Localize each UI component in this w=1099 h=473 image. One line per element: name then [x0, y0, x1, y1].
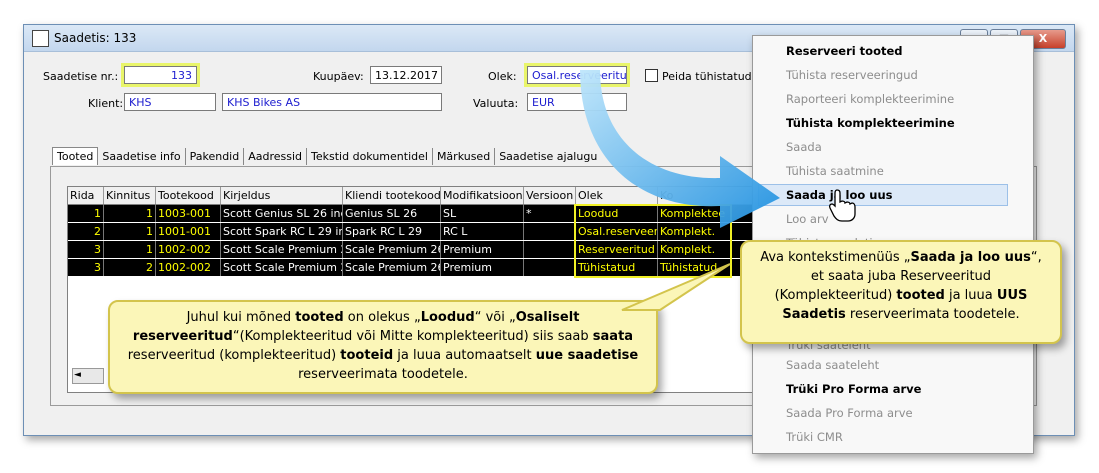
callout-right-bold: Saada ja loo uus	[910, 250, 1031, 265]
cell-kliendi-tootekood: Genius SL 26	[343, 205, 441, 222]
cell-tootekood: 1001-001	[156, 223, 221, 240]
cell-modifikatsioon: SL	[441, 205, 524, 222]
cell-modifikatsioon: RC L	[441, 223, 524, 240]
olek-label: Olek:	[488, 70, 517, 83]
col-rida[interactable]: Rida	[68, 187, 104, 204]
tab-aadressid[interactable]: Aadressid	[244, 148, 308, 165]
cell-kliendi-tootekood: Scale Premium 26	[345, 241, 441, 258]
cell-kliendi-tootekood: Scale Premium 26	[345, 259, 441, 276]
arrow-icon	[580, 70, 780, 228]
klient-label: Klient:	[88, 97, 124, 110]
tab-pakendid[interactable]: Pakendid	[186, 148, 245, 165]
tab-strip: Tooted Saadetise info Pakendid Aadressid Tek…	[52, 147, 601, 165]
cell-kirjeldus: Scott Spark RC L 29 in	[223, 223, 343, 240]
tab-tooted[interactable]: Tooted	[52, 147, 99, 165]
col-kliendi-tootekood[interactable]: Kliendi tootekood	[343, 187, 441, 204]
cell-versioon	[524, 259, 576, 276]
col-kirjeldus[interactable]: Kirjeldus	[221, 187, 343, 204]
window-title: Saadetis: 133	[54, 31, 137, 45]
cell-rida: 3	[68, 259, 104, 276]
tab-saadetise-info[interactable]: Saadetise info	[98, 148, 186, 165]
callout-right-text: ja luua	[944, 288, 997, 303]
cell-tootekood: 1003-001	[156, 205, 221, 222]
scroll-left-icon[interactable]: ◄	[74, 370, 81, 380]
menu-item-truki-cmr[interactable]: Trüki CMR	[786, 426, 843, 448]
menu-item-saada-saateleht[interactable]: Saada saateleht	[786, 354, 879, 376]
menu-item-loo-arve[interactable]: Loo arv	[786, 208, 829, 230]
cell-kliendi-tootekood: Spark RC L 29	[343, 223, 441, 240]
callout-left-text: “(Komplekteeritud või Mitte komplekteeri…	[232, 329, 593, 344]
valuuta-label: Valuuta:	[473, 97, 519, 110]
menu-item-tuhista-saatmine[interactable]: Tühista saatmine	[786, 160, 884, 182]
saadetise-nr-label: Saadetise nr.:	[43, 70, 119, 83]
callout-right-bold: tooted	[896, 288, 945, 303]
callout-right-text: reserveerimata toodetele.	[845, 307, 1020, 322]
callout-left-text: ja luua automaatselt	[393, 348, 536, 363]
callout-left-bold: tooted	[295, 310, 344, 325]
cell-versioon	[524, 223, 576, 240]
cell-kinnitus: 2	[104, 259, 156, 276]
callout-left-bold: uue saadetise	[535, 348, 639, 363]
cell-rida: 2	[68, 223, 104, 240]
kuupaev-field[interactable]: 13.12.2017	[370, 66, 442, 84]
callout-left-bold: saata	[592, 329, 634, 344]
cell-kinnitus: 1	[104, 223, 156, 240]
cell-kinnitus: 1	[104, 205, 156, 222]
col-modifikatsioon[interactable]: Modifikatsioon	[441, 187, 524, 204]
callout-right-text: Ava kontekstimenüüs „	[760, 250, 911, 265]
menu-item-tuhista-reserveeringud[interactable]: Tühista reserveeringud	[786, 64, 918, 86]
kuupaev-label: Kuupäev:	[313, 70, 364, 83]
tab-markused[interactable]: Märkused	[433, 148, 496, 165]
col-kinnitus[interactable]: Kinnitus	[104, 187, 156, 204]
callout-left-text: “ või „	[474, 310, 516, 325]
callout-left-bold: tooteid	[340, 348, 394, 363]
menu-item-raporteeri[interactable]: Raporteeri komplekteerimine	[786, 88, 954, 110]
klient-name-field[interactable]: KHS Bikes AS	[222, 93, 442, 111]
callout-left-bold: Loodud	[420, 310, 475, 325]
callout-left-text: on olekus „	[343, 310, 421, 325]
hand-cursor-icon	[828, 189, 856, 222]
callout-left: Juhul kui mõned tooted on olekus „Loodud…	[108, 300, 658, 394]
cell-rida: 3	[68, 241, 104, 258]
callout-left-text: reserveerimata toodetele.	[298, 367, 468, 382]
col-tootekood[interactable]: Tootekood	[156, 187, 221, 204]
tab-tekstid[interactable]: Tekstid dokumentidel	[307, 148, 433, 165]
cell-kinnitus: 1	[104, 241, 156, 258]
cell-versioon: *	[524, 205, 576, 222]
menu-item-tuhista-komplekteerimine[interactable]: Tühista komplekteerimine	[786, 112, 955, 134]
callout-left-text: reserveeritud (komplekteeritud)	[127, 348, 341, 363]
cell-tootekood: 1002-002	[156, 241, 221, 258]
callout-pointer	[621, 263, 731, 311]
klient-code-field[interactable]: KHS	[124, 93, 216, 111]
cell-kirjeldus: Scott Scale Premium 2	[223, 259, 343, 276]
callout-right: Ava kontekstimenüüs „Saada ja loo uus“, …	[740, 240, 1062, 344]
cell-modifikatsioon: Premium	[441, 259, 524, 276]
cell-versioon	[524, 241, 576, 258]
cell-kirjeldus: Scott Scale Premium 2	[223, 241, 343, 258]
cell-tootekood: 1002-002	[156, 259, 221, 276]
cell-kirjeldus: Scott Genius SL 26 ind	[223, 205, 343, 222]
menu-item-truki-proforma[interactable]: Trüki Pro Forma arve	[786, 378, 921, 400]
cell-modifikatsioon: Premium	[441, 241, 524, 258]
app-icon	[32, 30, 49, 47]
col-versioon[interactable]: Versioon	[524, 187, 576, 204]
cell-rida: 1	[68, 205, 104, 222]
menu-item-saada[interactable]: Saada	[786, 136, 822, 158]
menu-item-reserveeri[interactable]: Reserveeri tooted	[786, 40, 903, 62]
saadetise-nr-field[interactable]: 133	[124, 66, 197, 84]
callout-left-text: Juhul kui mõned	[186, 310, 296, 325]
menu-item-saada-proforma[interactable]: Saada Pro Forma arve	[786, 402, 913, 424]
